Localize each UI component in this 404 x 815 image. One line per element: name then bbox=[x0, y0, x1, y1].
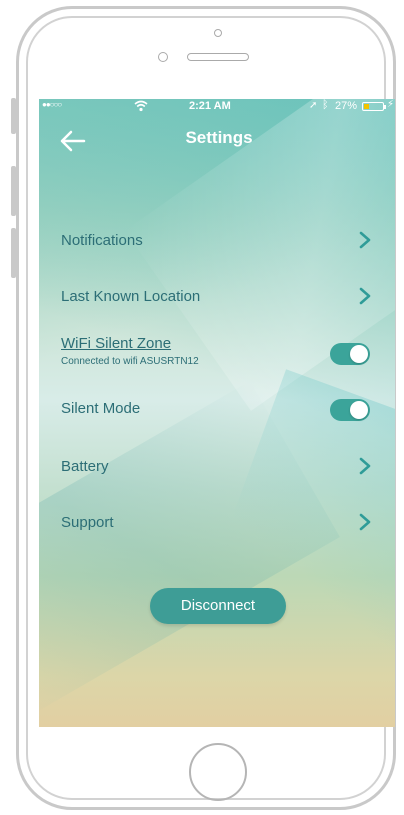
phone-mockup: ●●○○○ 2:21 AM ➚ ᛒ 27% ⚡ Settings Notific… bbox=[0, 0, 404, 815]
app-screen: ●●○○○ 2:21 AM ➚ ᛒ 27% ⚡ Settings Notific… bbox=[39, 99, 395, 727]
battery-percent: 27% bbox=[335, 100, 358, 112]
earpiece-speaker bbox=[187, 53, 249, 61]
wifi-connection-status: Connected to wifi ASUSRTN12 bbox=[61, 356, 199, 367]
row-label: Battery bbox=[61, 458, 109, 475]
settings-row-notifications[interactable]: Notifications bbox=[39, 229, 395, 269]
status-bar: ●●○○○ 2:21 AM ➚ ᛒ 27% ⚡ bbox=[39, 99, 395, 117]
row-label: Support bbox=[61, 514, 114, 531]
wifi-icon bbox=[134, 100, 148, 112]
chevron-right-icon bbox=[359, 231, 371, 249]
location-arrow-icon: ➚ bbox=[309, 100, 318, 111]
battery-level-fill bbox=[364, 104, 369, 109]
page-title: Settings bbox=[185, 128, 253, 147]
row-label: Last Known Location bbox=[61, 288, 201, 305]
silent-mode-toggle[interactable] bbox=[330, 399, 370, 421]
settings-row-last-known-location[interactable]: Last Known Location bbox=[39, 285, 395, 325]
battery-tip bbox=[384, 105, 386, 109]
settings-row-wifi-silent-zone[interactable]: WiFi Silent Zone Connected to wifi ASUSR… bbox=[39, 335, 395, 379]
toggle-knob bbox=[350, 401, 368, 419]
home-button[interactable] bbox=[189, 743, 247, 801]
wifi-silent-zone-toggle[interactable] bbox=[330, 343, 370, 365]
chevron-right-icon bbox=[359, 287, 371, 305]
wifi-silent-zone-link[interactable]: WiFi Silent Zone bbox=[61, 335, 171, 352]
toggle-knob bbox=[350, 345, 368, 363]
settings-row-support[interactable]: Support bbox=[39, 513, 395, 553]
bluetooth-icon: ᛒ bbox=[322, 99, 329, 111]
chevron-right-icon bbox=[359, 513, 371, 531]
chevron-right-icon bbox=[359, 457, 371, 475]
signal-strength-icon: ●●○○○ bbox=[42, 100, 62, 109]
front-camera-icon bbox=[158, 52, 168, 62]
camera-icon bbox=[214, 29, 222, 37]
charging-bolt-icon: ⚡ bbox=[387, 99, 395, 110]
row-label: Notifications bbox=[61, 232, 143, 249]
battery-icon bbox=[362, 102, 384, 111]
status-time: 2:21 AM bbox=[189, 100, 231, 112]
row-label: Silent Mode bbox=[61, 400, 141, 417]
settings-row-battery[interactable]: Battery bbox=[39, 457, 395, 497]
disconnect-button[interactable]: Disconnect bbox=[150, 588, 286, 624]
settings-row-silent-mode[interactable]: Silent Mode bbox=[39, 399, 395, 439]
